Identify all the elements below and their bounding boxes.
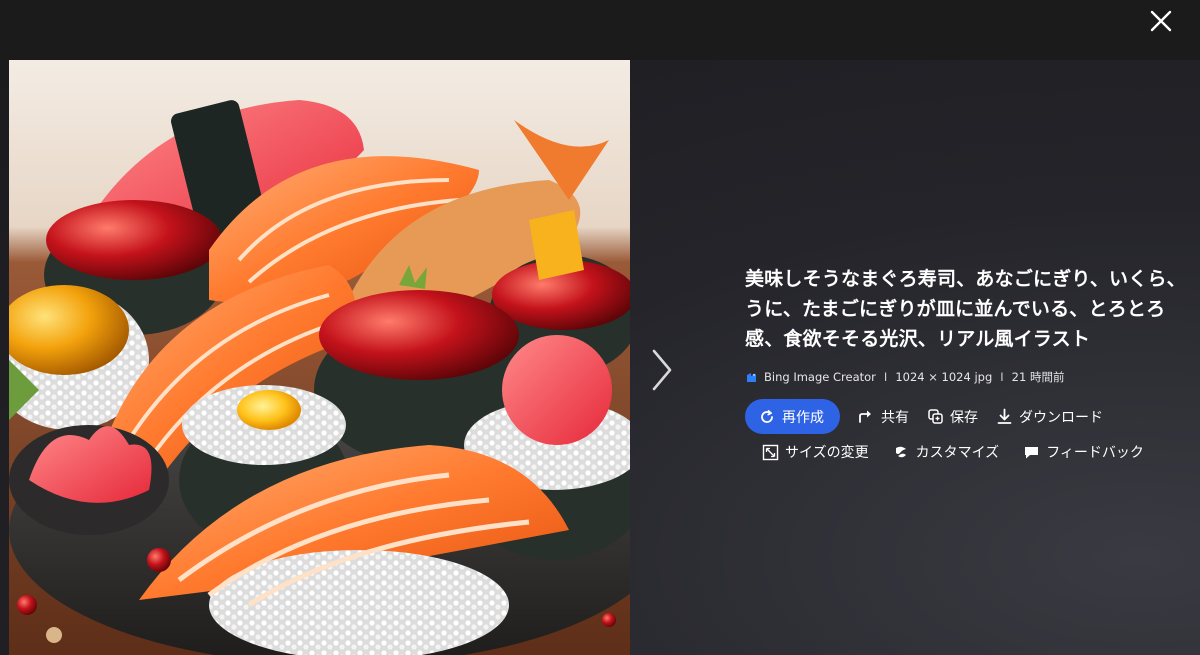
sushi-illustration xyxy=(9,60,630,655)
regenerate-label: 再作成 xyxy=(782,409,824,426)
meta-separator: I xyxy=(1000,370,1004,384)
share-label: 共有 xyxy=(881,409,909,426)
image-dimensions: 1024 × 1024 jpg xyxy=(895,370,993,384)
bing-image-creator-icon xyxy=(747,372,756,382)
designer-icon xyxy=(895,446,906,457)
image-metadata: Bing Image Creator I 1024 × 1024 jpg I 2… xyxy=(745,368,1195,386)
close-icon xyxy=(1150,10,1172,32)
feedback-icon xyxy=(1025,446,1039,458)
viewer-top-bar xyxy=(0,0,1200,60)
chevron-right-icon xyxy=(652,349,672,391)
resize-label: サイズの変更 xyxy=(785,445,869,461)
close-button[interactable] xyxy=(1146,6,1176,36)
resize-icon xyxy=(762,444,779,460)
regenerate-button[interactable]: 再作成 xyxy=(745,399,840,434)
feedback-button[interactable]: フィードバック xyxy=(1023,442,1144,462)
generated-image[interactable] xyxy=(9,60,630,655)
primary-actions: 再作成 共有 保存 ダウンロード xyxy=(745,399,1195,434)
customize-label: カスタマイズ xyxy=(915,445,1000,461)
image-source: Bing Image Creator xyxy=(764,370,876,384)
refresh-icon xyxy=(761,409,773,423)
image-details-panel: 美味しそうなまぐろ寿司、あなごにぎり、いくら、うに、たまごにぎりが皿に並んでいる… xyxy=(745,264,1195,464)
resize-button[interactable]: サイズの変更 xyxy=(762,442,869,462)
download-button[interactable]: ダウンロード xyxy=(996,407,1103,427)
next-image-button[interactable] xyxy=(646,345,678,395)
save-button[interactable]: 保存 xyxy=(927,407,978,427)
image-prompt-title: 美味しそうなまぐろ寿司、あなごにぎり、いくら、うに、たまごにぎりが皿に並んでいる… xyxy=(745,268,1186,350)
save-label: 保存 xyxy=(950,409,978,426)
share-icon xyxy=(859,410,871,423)
customize-button[interactable]: カスタマイズ xyxy=(893,442,1000,462)
feedback-label: フィードバック xyxy=(1046,445,1144,461)
share-button[interactable]: 共有 xyxy=(858,407,909,427)
download-icon xyxy=(997,408,1012,424)
save-collection-icon xyxy=(928,409,943,424)
meta-separator: I xyxy=(883,370,888,384)
secondary-actions: サイズの変更 カスタマイズ フィードバック xyxy=(745,440,1195,464)
download-label: ダウンロード xyxy=(1019,409,1103,426)
image-created-time: 21 時間前 xyxy=(1011,370,1065,384)
